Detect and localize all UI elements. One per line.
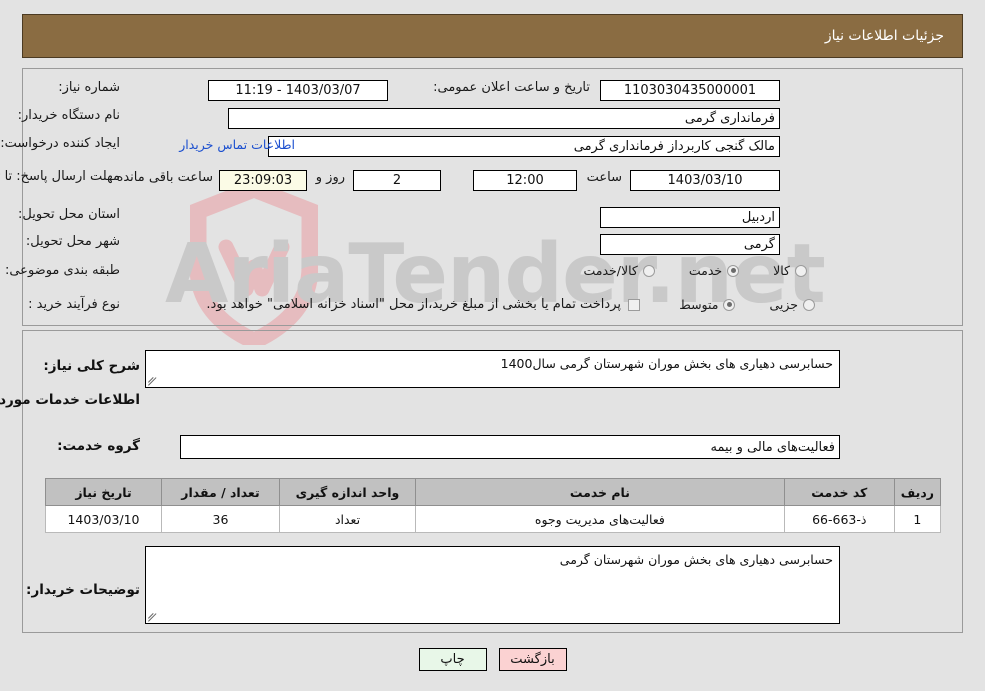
label-purchase-process: نوع فرآیند خرید :	[28, 297, 120, 312]
buyer-contact-link-text: اطلاعات تماس خریدار	[179, 137, 295, 152]
th-service-name: نام خدمت	[415, 478, 785, 506]
radio-minor-icon[interactable]	[803, 298, 815, 311]
label-buyer-notes: توضیحات خریدار:	[26, 582, 140, 598]
deadline-date-field[interactable]: 1403/03/10	[630, 170, 780, 191]
label-announce-datetime: تاریخ و ساعت اعلان عمومی:	[433, 80, 590, 95]
label-general-description: شرح کلی نیاز:	[43, 358, 140, 374]
requester-value: مالک گنجی کاربرداز فرمانداری گرمی	[573, 139, 775, 154]
back-button-label: بازگشت	[510, 652, 555, 667]
treasury-bonds-checkbox-label: پرداخت تمام یا بخشی از مبلغ خرید،از محل …	[206, 297, 621, 312]
services-section-title: اطلاعات خدمات مورد نیاز	[0, 392, 140, 408]
general-description-textarea[interactable]: حسابرسی دهیاری های بخش موران شهرستان گرم…	[145, 350, 840, 388]
radio-goods-label: کالا	[773, 263, 790, 278]
deadline-date-value: 1403/03/10	[667, 173, 743, 188]
page-header-bar: جزئیات اطلاعات نیاز	[22, 14, 963, 58]
resize-grip-icon-notes[interactable]	[148, 611, 159, 622]
radio-option-goods-service[interactable]: کالا/خدمت	[583, 263, 655, 278]
cell-unit: تعداد	[279, 505, 416, 533]
radio-medium-label: متوسط	[679, 297, 719, 312]
treasury-bonds-checkbox-row[interactable]: پرداخت تمام یا بخشی از مبلغ خرید،از محل …	[206, 297, 640, 312]
radio-service-label: خدمت	[688, 263, 723, 278]
countdown-field[interactable]: 23:09:03	[219, 170, 307, 191]
print-button[interactable]: چاپ	[418, 648, 487, 671]
cell-need-date: 1403/03/10	[45, 505, 162, 533]
action-button-bar: بازگشت چاپ	[0, 648, 985, 671]
buyer-org-field[interactable]: فرمانداری گرمی	[228, 108, 780, 129]
table-header-row: ردیف کد خدمت نام خدمت واحد اندازه گیری ت…	[45, 478, 942, 506]
label-need-number: شماره نیاز:	[58, 80, 120, 95]
radio-option-medium[interactable]: متوسط	[679, 297, 736, 312]
service-group-value: فعالیت‌های مالی و بیمه	[710, 439, 835, 455]
th-unit: واحد اندازه گیری	[279, 478, 416, 506]
general-description-value: حسابرسی دهیاری های بخش موران شهرستان گرم…	[500, 356, 833, 371]
label-response-deadline: مهلت ارسال پاسخ: تا تاریخ:	[0, 169, 120, 184]
resize-grip-icon[interactable]	[148, 375, 159, 386]
announce-datetime-field[interactable]: 1403/03/07 - 11:19	[208, 80, 388, 101]
deadline-hour-value: 12:00	[506, 173, 544, 188]
classification-radio-group: کالا خدمت کالا/خدمت	[583, 263, 807, 278]
radio-service-icon[interactable]	[727, 264, 740, 277]
radio-medium-icon[interactable]	[723, 298, 736, 311]
cell-service-name: فعالیت‌های مدیریت وجوه	[415, 505, 785, 533]
purchase-process-radio-group: جزیی متوسط	[679, 297, 815, 312]
countdown-value: 23:09:03	[233, 173, 293, 188]
cell-quantity: 36	[161, 505, 280, 533]
buyer-notes-textarea[interactable]: حسابرسی دهیاری های بخش موران شهرستان گرم…	[145, 546, 840, 624]
delivery-province-field[interactable]: اردبیل	[600, 207, 780, 228]
deadline-hour-field[interactable]: 12:00	[473, 170, 577, 191]
label-delivery-city: شهر محل تحویل:	[25, 234, 120, 249]
radio-minor-label: جزیی	[769, 297, 798, 312]
table-row[interactable]: 1 ذ-663-66 فعالیت‌های مدیریت وجوه تعداد …	[45, 505, 942, 533]
radio-option-goods[interactable]: کالا	[773, 263, 807, 278]
radio-goods-service-icon[interactable]	[642, 264, 655, 277]
remaining-days-field[interactable]: 2	[353, 170, 441, 191]
label-service-group: گروه خدمت:	[57, 438, 140, 454]
service-group-field[interactable]: فعالیت‌های مالی و بیمه	[180, 435, 840, 459]
radio-option-service[interactable]: خدمت	[688, 263, 740, 278]
need-info-panel	[22, 68, 963, 326]
print-button-label: چاپ	[440, 652, 465, 667]
label-deadline-hour: ساعت	[586, 170, 622, 185]
label-buyer-org: نام دستگاه خریدار:	[17, 108, 120, 123]
th-need-date: تاریخ نیاز	[45, 478, 162, 506]
radio-goods-service-label: کالا/خدمت	[583, 263, 638, 278]
label-requester: ایجاد کننده درخواست:	[0, 136, 120, 151]
page-title: جزئیات اطلاعات نیاز	[824, 28, 944, 44]
delivery-city-field[interactable]: گرمی	[600, 234, 780, 255]
services-table: ردیف کد خدمت نام خدمت واحد اندازه گیری ت…	[45, 478, 942, 533]
page-root: AriaTender.net جزئیات اطلاعات نیاز شماره…	[0, 0, 985, 691]
cell-service-code: ذ-663-66	[783, 505, 895, 533]
delivery-city-value: گرمی	[743, 237, 775, 252]
buyer-org-value: فرمانداری گرمی	[684, 111, 775, 126]
label-classification: طبقه بندی موضوعی:	[4, 263, 120, 278]
radio-goods-icon[interactable]	[795, 264, 807, 277]
label-days-and: روز و	[315, 170, 345, 185]
th-quantity: تعداد / مقدار	[161, 478, 280, 506]
radio-option-minor[interactable]: جزیی	[769, 297, 815, 312]
need-number-field[interactable]: 1103030435000001	[600, 80, 780, 101]
treasury-bonds-checkbox-icon[interactable]	[628, 298, 640, 311]
announce-datetime-value: 1403/03/07 - 11:19	[235, 83, 361, 98]
back-button[interactable]: بازگشت	[498, 648, 567, 671]
requester-field[interactable]: مالک گنجی کاربرداز فرمانداری گرمی	[268, 136, 780, 157]
th-service-code: کد خدمت	[783, 478, 895, 506]
cell-row-no: 1	[893, 505, 942, 533]
remaining-days-value: 2	[392, 173, 402, 188]
need-number-value: 1103030435000001	[623, 83, 757, 98]
th-row-no: ردیف	[893, 478, 942, 506]
delivery-province-value: اردبیل	[741, 210, 775, 225]
label-delivery-province: استان محل تحویل:	[18, 207, 120, 222]
buyer-contact-link[interactable]: اطلاعات تماس خریدار	[179, 137, 295, 152]
buyer-notes-value: حسابرسی دهیاری های بخش موران شهرستان گرم…	[559, 552, 833, 567]
label-countdown-suffix: ساعت باقی مانده	[116, 170, 213, 185]
